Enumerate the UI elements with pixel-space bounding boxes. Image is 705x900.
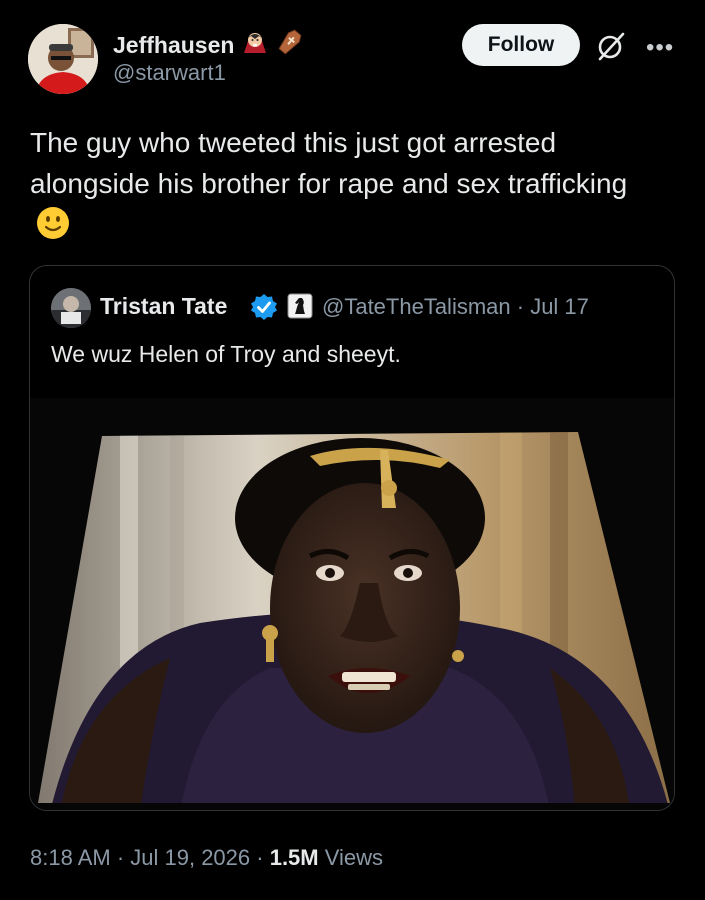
author-handle[interactable]: @starwart1 [113,60,226,86]
quoted-date[interactable]: · Jul 17 [511,294,589,319]
quoted-tweet-card[interactable]: Tristan Tate @TateTheTalisman · Jul 17 W… [29,265,675,811]
verified-badge-icon [250,293,278,321]
author-name-text: Jeffhausen [113,31,235,58]
vampire-emoji-icon [242,29,268,61]
chess-knight-affiliation-icon[interactable] [287,293,313,319]
quoted-media-image[interactable] [30,398,674,810]
quoted-meta: @TateTheTalisman · Jul 17 [322,294,589,320]
quoted-tweet-text: We wuz Helen of Troy and sheeyt. [51,341,401,367]
coffin-emoji-icon [276,28,304,62]
author-display-name[interactable]: Jeffhausen [113,28,304,62]
more-dots-icon[interactable]: ••• [646,34,674,62]
views-count: 1.5M [269,845,319,870]
quoted-handle[interactable]: @TateTheTalisman [322,294,511,319]
tweet-timestamp-views: 8:18 AM · Jul 19, 2026 · 1.5M Views [30,845,383,871]
tweet-timestamp[interactable]: 8:18 AM · Jul 19, 2026 · [30,845,270,870]
slightly-smiling-face-emoji-icon [36,206,70,251]
views-label: Views [318,845,384,870]
quoted-author-name[interactable]: Tristan Tate [100,293,227,320]
tweet-text: The guy who tweeted this just got arrest… [30,122,670,251]
author-avatar[interactable] [28,24,98,94]
follow-button[interactable]: Follow [462,24,580,66]
tweet-text-body: The guy who tweeted this just got arrest… [30,127,628,199]
quoted-author-avatar[interactable] [51,288,91,328]
grok-icon[interactable] [596,31,626,61]
